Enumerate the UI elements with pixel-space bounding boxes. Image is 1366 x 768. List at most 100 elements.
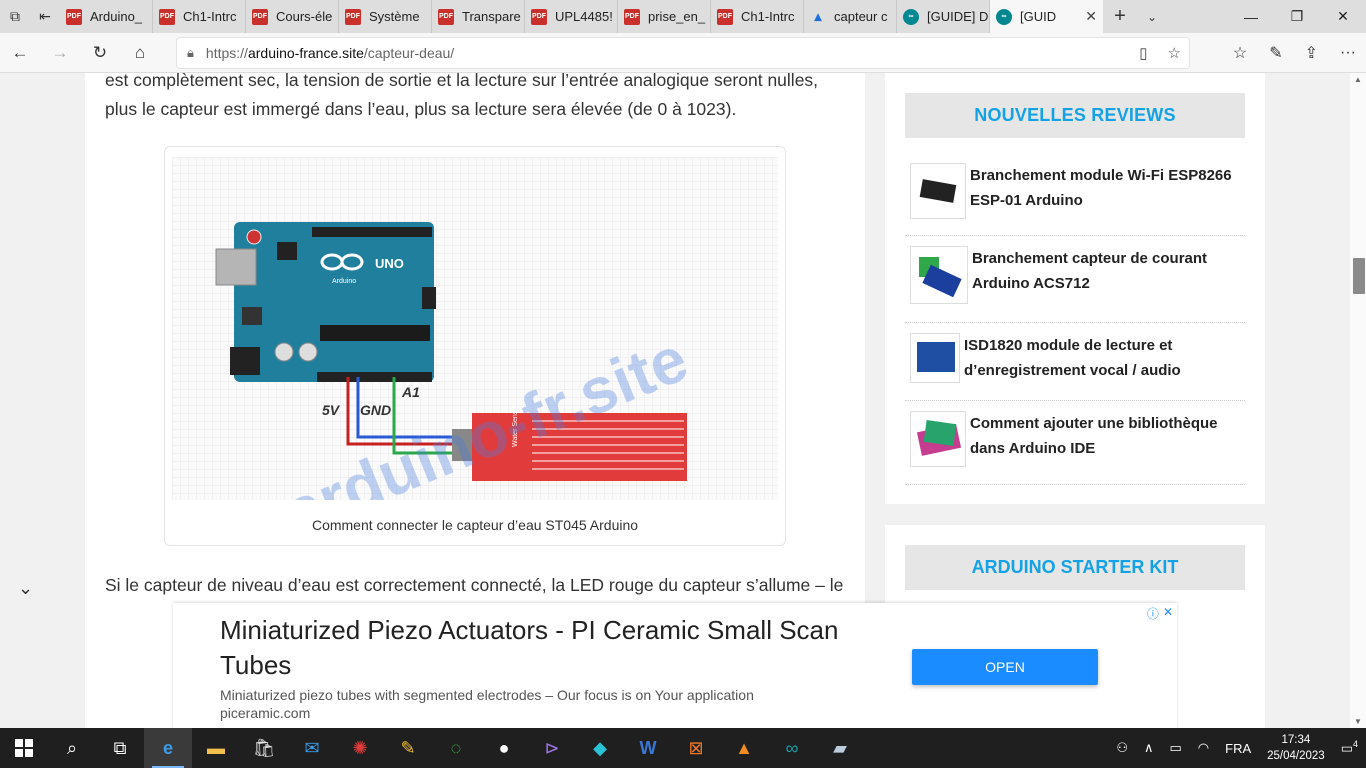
wifi-icon[interactable]: ◠	[1190, 740, 1217, 756]
ad-open-button[interactable]: OPEN	[912, 649, 1098, 685]
new-tab-button[interactable]: +	[1103, 5, 1137, 28]
app-gray-icon[interactable]: ▰	[816, 728, 864, 768]
review-item[interactable]: Branchement capteur de courant Arduino A…	[910, 246, 1250, 304]
ad-domain[interactable]: piceramic.com	[220, 705, 310, 721]
page-scrollbar[interactable]: ▲ ▼	[1350, 73, 1366, 728]
notifications-icon[interactable]: ▭4	[1333, 739, 1366, 756]
reviews-heading: NOUVELLES REVIEWS	[905, 93, 1245, 138]
tab[interactable]: PDF UPL4485!	[525, 0, 618, 33]
tab[interactable]: PDF Arduino_	[60, 0, 153, 33]
review-item[interactable]: Branchement module Wi-Fi ESP8266 ESP-01 …	[910, 163, 1250, 219]
language-indicator[interactable]: FRA	[1217, 741, 1259, 756]
pen-icon[interactable]: ✎	[1269, 43, 1282, 63]
more-icon[interactable]: ···	[1340, 44, 1356, 62]
vertical-tabs-icon[interactable]: ⇤	[30, 0, 60, 33]
tab[interactable]: PDF prise_en_	[618, 0, 711, 33]
battery-icon[interactable]: ▭	[1161, 740, 1189, 756]
chevron-up-icon[interactable]: ∧	[1136, 740, 1162, 756]
scroll-thumb[interactable]	[1353, 258, 1365, 294]
tab-active[interactable]: ∞ [GUID ✕	[990, 0, 1103, 33]
pdf-icon: PDF	[345, 8, 361, 25]
clock-time: 17:34	[1281, 734, 1311, 746]
tab-bar: ⧉ ⇤ PDF Arduino_ PDF Ch1-Intrc PDF Cours-él…	[0, 0, 1366, 33]
tab[interactable]: PDF Transpare	[432, 0, 525, 33]
windows-logo-icon	[15, 739, 33, 757]
tab[interactable]: ▴ capteur c	[804, 0, 897, 33]
review-item[interactable]: ISD1820 module de lecture et d’enregistr…	[910, 333, 1250, 383]
article-paragraph: est complètement sec, la tension de sort…	[105, 73, 819, 119]
tab[interactable]: ∞ [GUIDE] D	[897, 0, 990, 33]
reading-view-icon[interactable]: ▯	[1139, 44, 1147, 62]
starter-kit-heading: ARDUINO STARTER KIT	[905, 545, 1245, 590]
home-button[interactable]: ⌂	[120, 33, 160, 73]
ad-close-icon[interactable]: ✕	[1163, 605, 1173, 622]
search-icon[interactable]: ⌕	[48, 728, 96, 768]
file-explorer-icon[interactable]: ▬	[192, 728, 240, 768]
tab[interactable]: PDF Système	[339, 0, 432, 33]
divider	[905, 484, 1245, 485]
ad-banner[interactable]: ⓘ ✕ Miniaturized Piezo Actuators - PI Ce…	[173, 603, 1177, 728]
window-controls: — ❐ ✕	[1228, 0, 1366, 33]
review-thumbnail[interactable]	[910, 333, 960, 383]
app-tools-icon[interactable]: ✎	[384, 728, 432, 768]
vlc-icon[interactable]: ▲	[720, 728, 768, 768]
review-title[interactable]: ISD1820 module de lecture et d’enregistr…	[964, 333, 1250, 383]
ad-description: Miniaturized piezo tubes with segmented …	[220, 687, 754, 703]
address-bar[interactable]: 🔒︎ https://arduino-france.site/capteur-d…	[176, 37, 1190, 69]
review-thumbnail[interactable]	[910, 163, 966, 219]
share-icon[interactable]: ⇪	[1305, 43, 1318, 63]
app-red-icon[interactable]: ✺	[336, 728, 384, 768]
refresh-button[interactable]: ↻	[80, 33, 120, 73]
tab-actions-icon[interactable]: ⧉	[0, 0, 30, 33]
people-icon[interactable]: ⚇	[1108, 740, 1136, 756]
review-thumbnail[interactable]	[910, 246, 968, 304]
clock[interactable]: 17:34 25/04/2023	[1259, 732, 1333, 764]
tab[interactable]: PDF Ch1-Intrc	[711, 0, 804, 33]
pdf-icon: PDF	[252, 8, 268, 25]
word-icon[interactable]: W	[624, 728, 672, 768]
ad-title[interactable]: Miniaturized Piezo Actuators - PI Cerami…	[220, 613, 860, 683]
scroll-up-icon[interactable]: ▲	[1354, 75, 1362, 84]
window-close-button[interactable]: ✕	[1320, 0, 1366, 33]
review-title[interactable]: Comment ajouter une bibliothèque dans Ar…	[970, 411, 1250, 461]
pdf-icon: PDF	[624, 8, 640, 25]
forward-button[interactable]: →	[40, 33, 80, 73]
edge-icon[interactable]: e	[144, 728, 192, 768]
app-blue-circle-icon[interactable]: ●	[480, 728, 528, 768]
review-thumbnail[interactable]	[910, 411, 966, 467]
task-view-icon[interactable]: ⧉	[96, 728, 144, 768]
store-icon[interactable]: 🛍︎	[240, 728, 288, 768]
mail-icon[interactable]: ✉	[288, 728, 336, 768]
arduino-ide-icon[interactable]: ∞	[768, 728, 816, 768]
review-title[interactable]: Branchement module Wi-Fi ESP8266 ESP-01 …	[970, 163, 1250, 213]
figure-caption: Comment connecter le capteur d’eau ST045…	[311, 517, 639, 533]
minimize-button[interactable]: —	[1228, 0, 1274, 33]
windows-start-button[interactable]	[0, 728, 48, 768]
app-teal-icon[interactable]: ◆	[576, 728, 624, 768]
scroll-down-icon[interactable]: ▼	[1354, 717, 1362, 726]
close-icon[interactable]: ✕	[1085, 8, 1097, 25]
back-button[interactable]: ←	[0, 33, 40, 73]
pdf-icon: PDF	[159, 8, 175, 25]
page-viewport: est complètement sec, la tension de sort…	[0, 73, 1350, 728]
pdf-icon: PDF	[66, 8, 82, 25]
review-title[interactable]: Branchement capteur de courant Arduino A…	[972, 246, 1250, 296]
info-icon[interactable]: ⓘ	[1147, 605, 1159, 622]
restore-button[interactable]: ❐	[1274, 0, 1320, 33]
lock-icon[interactable]: 🔒︎	[187, 45, 194, 61]
chevron-down-icon[interactable]: ⌄	[1137, 10, 1167, 24]
chevron-down-icon[interactable]: ⌄	[18, 578, 33, 599]
wiring-diagram: UNO Arduino 5V GND A1 Water Sensor ardui…	[172, 157, 778, 500]
xampp-icon[interactable]: ⊠	[672, 728, 720, 768]
review-item[interactable]: Comment ajouter une bibliothèque dans Ar…	[910, 411, 1250, 467]
divider	[905, 235, 1245, 236]
taskbar: ⌕ ⧉ e ▬ 🛍︎ ✉ ✺ ✎ ◌ ● ⊳ ◆ W ⊠ ▲ ∞ ▰ ⚇ ∧ ▭…	[0, 728, 1366, 768]
arduino-brand-label: Arduino	[332, 278, 356, 285]
visual-studio-icon[interactable]: ⊳	[528, 728, 576, 768]
divider	[905, 322, 1245, 323]
tab[interactable]: PDF Ch1-Intrc	[153, 0, 246, 33]
favorites-icon[interactable]: ☆	[1233, 43, 1247, 63]
app-green-ring-icon[interactable]: ◌	[432, 728, 480, 768]
favorite-star-icon[interactable]: ☆	[1168, 44, 1181, 62]
tab[interactable]: PDF Cours-éle	[246, 0, 339, 33]
